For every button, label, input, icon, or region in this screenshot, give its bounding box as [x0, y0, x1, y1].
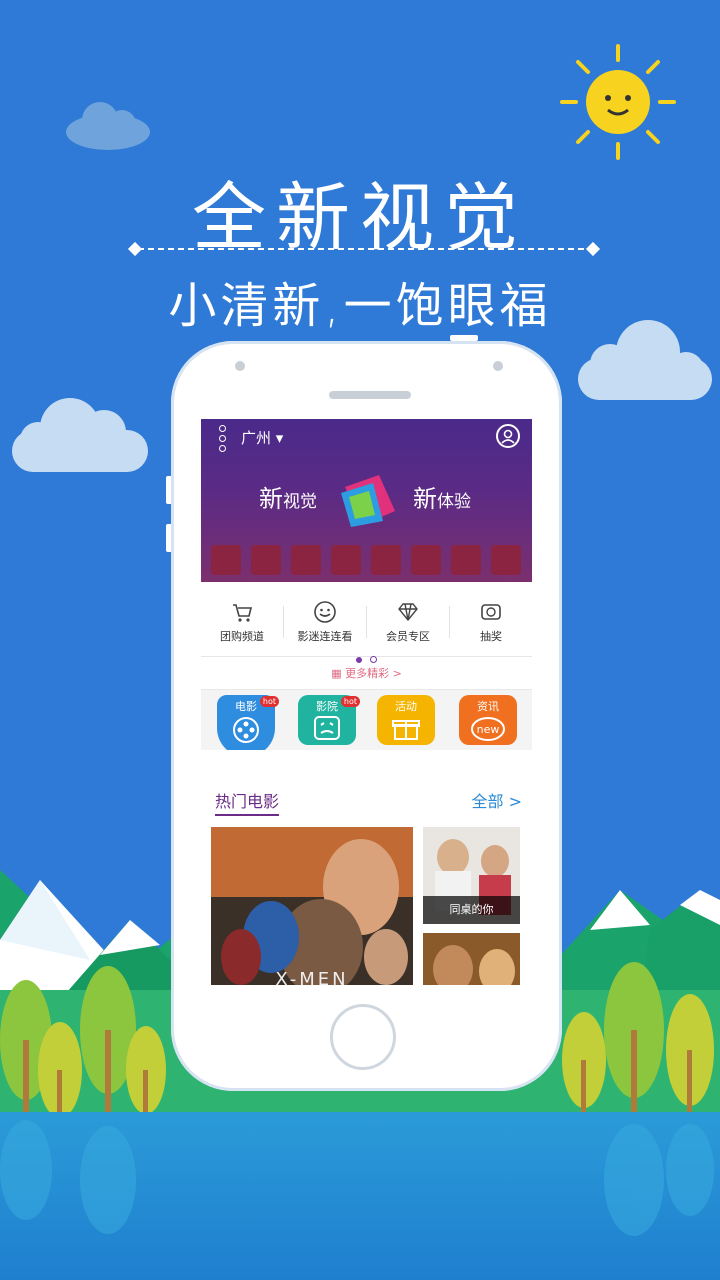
banner-big-char: 新 [413, 485, 437, 513]
city-label: 广州 [241, 429, 272, 447]
tab-cinemas[interactable]: 影院 hot [298, 695, 360, 745]
view-all-link[interactable]: 全部 > [472, 788, 523, 812]
banner-small-text: 视觉 [283, 492, 317, 512]
quick-action-member-zone[interactable]: 会员专区 [367, 600, 449, 644]
tab-movies[interactable]: 电影 hot [217, 695, 279, 757]
grid-icon: ▦ [331, 667, 342, 680]
promo-banner[interactable]: 广州 ▾ 新视觉 新体验 [201, 419, 532, 582]
home-button[interactable] [330, 1004, 396, 1070]
poster-title: X-MEN [275, 969, 348, 985]
poster-caption: 同桌的你 [423, 896, 520, 924]
banner-slogan-right: 新体验 [413, 479, 471, 514]
new-badge-icon: new [471, 717, 505, 741]
hot-movies-section: 热门电影 全部 > X-MEN 同桌的你 [201, 750, 532, 985]
promo-subheadline: 小清新,一饱眼福 [168, 278, 552, 334]
app-screen: 广州 ▾ 新视觉 新体验 团购频道 影迷连连看 会员专区 抽奖 ▦ 更多精彩 >… [201, 419, 532, 985]
svg-text:new: new [477, 723, 500, 736]
tab-activities[interactable]: 活动 [377, 695, 435, 745]
film-reel-icon [233, 717, 259, 743]
city-selector[interactable]: 广州 ▾ [241, 427, 283, 448]
hot-badge: hot [259, 696, 279, 707]
tab-label: 资讯 [477, 700, 499, 713]
poster-image [423, 933, 520, 985]
category-tabs: 电影 hot 影院 hot 活动 资讯 new [201, 690, 532, 757]
more-link-label: 更多精彩 > [345, 667, 402, 680]
banner-slogan-left: 新视觉 [259, 479, 317, 514]
lottery-ticket-icon [481, 604, 501, 620]
poster-image: X-MEN [211, 827, 413, 985]
cart-icon [233, 604, 253, 622]
phone-camera [493, 361, 503, 371]
banner-big-char: 新 [259, 485, 283, 513]
quick-action-lottery[interactable]: 抽奖 [450, 600, 532, 644]
phone-sensor [235, 361, 245, 371]
quick-action-movie-fans[interactable]: 影迷连连看 [284, 600, 366, 644]
decorative-divider [138, 248, 594, 250]
tab-news[interactable]: 资讯 new [459, 695, 517, 745]
sun-icon [560, 44, 676, 160]
hot-badge: hot [340, 696, 360, 707]
movie-poster-third[interactable] [423, 933, 520, 985]
user-icon[interactable] [496, 424, 520, 448]
banner-spacer [201, 582, 532, 594]
quick-action-label: 抽奖 [480, 630, 502, 643]
cinema-seats [211, 545, 521, 575]
cinema-face-icon [314, 716, 340, 740]
caret-down-icon: ▾ [275, 429, 284, 447]
movie-poster-deskmate[interactable]: 同桌的你 [423, 827, 520, 924]
quick-action-group-buy[interactable]: 团购频道 [201, 600, 283, 644]
quick-action-label: 团购频道 [220, 630, 264, 643]
movie-poster-xmen[interactable]: X-MEN [211, 827, 413, 985]
smiley-icon [314, 601, 336, 623]
tab-label: 活动 [395, 700, 417, 713]
quick-action-label: 影迷连连看 [297, 630, 353, 643]
banner-small-text: 体验 [437, 492, 471, 512]
menu-icon[interactable] [219, 425, 226, 455]
section-title: 热门电影 [215, 788, 280, 816]
quick-action-label: 会员专区 [386, 630, 430, 643]
film-strip-logo-icon [341, 475, 395, 527]
gift-icon [392, 720, 420, 740]
phone-speaker [329, 391, 411, 399]
more-link[interactable]: ▦ 更多精彩 > [201, 659, 532, 690]
diamond-icon [398, 603, 418, 622]
